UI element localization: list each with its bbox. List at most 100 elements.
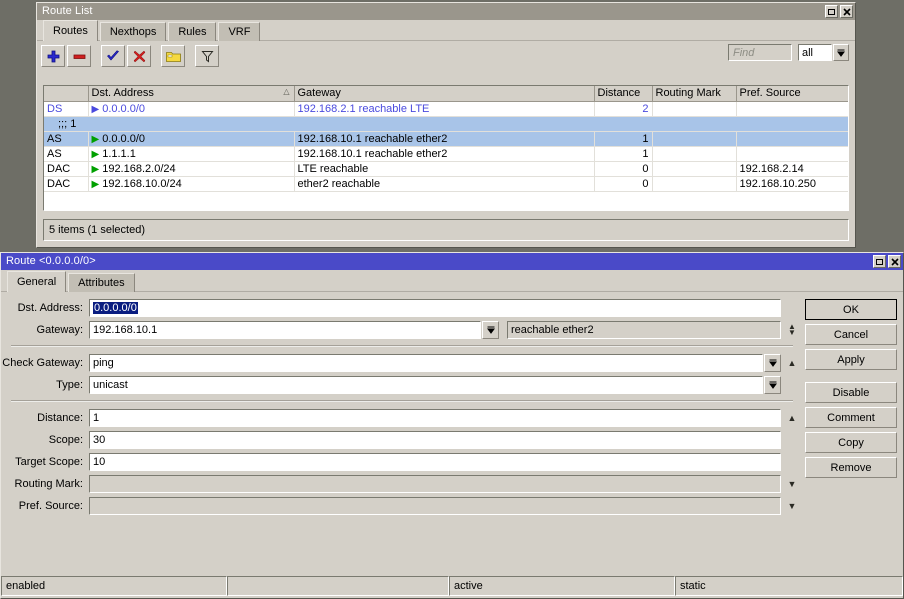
type-dropdown-icon[interactable] xyxy=(764,376,781,394)
maximize-icon[interactable] xyxy=(873,255,886,268)
cancel-button[interactable]: Cancel xyxy=(805,324,897,345)
gateway-label: Gateway: xyxy=(36,324,83,336)
gateway-status: reachable ether2 xyxy=(507,321,781,339)
tab-routes[interactable]: Routes xyxy=(43,20,98,41)
check-gateway-collapse-icon[interactable]: ▲ xyxy=(781,358,803,368)
routing-mark-expand-icon[interactable]: ▼ xyxy=(781,479,803,489)
table-row[interactable]: AS ▶ 1.1.1.1 192.168.10.1 reachable ether… xyxy=(44,146,848,162)
cell-dst-address: ▶ 1.1.1.1 xyxy=(88,146,295,162)
column-header-dst-address-label: Dst. Address xyxy=(91,87,154,100)
pref-source-expand-icon[interactable]: ▼ xyxy=(781,501,803,511)
scope-label: Scope: xyxy=(48,434,83,446)
cell-dst-address: ▶ 0.0.0.0/0 xyxy=(88,101,295,117)
disable-button[interactable] xyxy=(127,45,151,67)
route-list-window: Route List Routes Nexthops Rules VRF Fin… xyxy=(36,2,856,248)
cell-distance: 0 xyxy=(594,161,653,177)
status-pane-empty xyxy=(227,576,449,596)
tab-nexthops[interactable]: Nexthops xyxy=(99,22,167,41)
desktop: Route List Routes Nexthops Rules VRF Fin… xyxy=(0,0,904,599)
cell-dst-address-text: 192.168.2.0/24 xyxy=(102,162,176,175)
routing-mark-input[interactable] xyxy=(89,475,781,493)
search-input[interactable]: Find xyxy=(728,44,792,61)
column-header-gateway[interactable]: Gateway xyxy=(294,86,595,102)
gateway-stepper[interactable]: ▲ ▼ xyxy=(781,323,803,337)
dst-address-input[interactable]: 0.0.0.0/0 xyxy=(89,299,781,317)
remove-button[interactable] xyxy=(67,45,91,67)
copy-button[interactable]: Copy xyxy=(805,432,897,453)
check-gateway-input[interactable]: ping xyxy=(89,354,763,372)
tab-general[interactable]: General xyxy=(7,271,67,292)
cell-flags: DS xyxy=(44,101,89,117)
status-pane-static: static xyxy=(675,576,903,596)
field-row-dst-address: Dst. Address: 0.0.0.0/0 xyxy=(1,299,803,317)
cell-gateway: 192.168.10.1 reachable ether2 xyxy=(294,131,595,147)
distance-collapse-icon[interactable]: ▲ xyxy=(781,413,803,423)
cell-gateway: 192.168.2.1 reachable LTE xyxy=(294,101,595,117)
table-row[interactable]: DAC ▶ 192.168.2.0/24 LTE reachable 0 192.… xyxy=(44,161,848,177)
table-row[interactable]: AS ▶ 0.0.0.0/0 192.168.10.1 reachable eth… xyxy=(44,131,848,147)
gateway-input[interactable]: 192.168.10.1 xyxy=(89,321,481,339)
table-header-row: Dst. Address △ Gateway Distance Routing … xyxy=(44,86,848,102)
pref-source-label: Pref. Source: xyxy=(18,500,83,512)
field-row-check-gateway: Check Gateway: ping ▲ xyxy=(1,354,803,372)
distance-input[interactable]: 1 xyxy=(89,409,781,427)
route-dialog-titlebar[interactable]: Route <0.0.0.0/0> xyxy=(1,253,903,270)
column-header-routing-mark[interactable]: Routing Mark xyxy=(652,86,737,102)
chevron-down-icon[interactable] xyxy=(833,44,849,61)
target-scope-input[interactable]: 10 xyxy=(89,453,781,471)
pref-source-input[interactable] xyxy=(89,497,781,515)
disable-button[interactable]: Disable xyxy=(805,382,897,403)
column-header-flags[interactable] xyxy=(44,86,89,102)
tab-vrf[interactable]: VRF xyxy=(218,22,261,41)
remove-button[interactable]: Remove xyxy=(805,457,897,478)
cell-distance: 1 xyxy=(594,131,653,147)
route-list-title: Route List xyxy=(42,5,93,17)
table-row[interactable]: DAC ▶ 192.168.10.0/24 ether2 reachable 0 … xyxy=(44,176,848,192)
tab-rules[interactable]: Rules xyxy=(168,22,217,41)
cell-pref-source: 192.168.10.250 xyxy=(736,176,848,192)
column-header-pref-source[interactable]: Pref. Source xyxy=(736,86,848,102)
route-flag-icon: ▶ xyxy=(91,103,100,115)
close-icon[interactable] xyxy=(840,5,853,18)
route-dialog-title: Route <0.0.0.0/0> xyxy=(6,255,96,267)
comment-folder-icon[interactable] xyxy=(161,45,185,67)
filter-scope-select[interactable]: all xyxy=(798,44,832,61)
close-icon[interactable] xyxy=(888,255,901,268)
gateway-dropdown-icon[interactable] xyxy=(482,321,499,339)
cell-distance: 1 xyxy=(594,146,653,162)
type-input[interactable]: unicast xyxy=(89,376,763,394)
cell-comment: ;;; 1 xyxy=(44,116,848,132)
ok-button[interactable]: OK xyxy=(805,299,897,320)
dst-address-value: 0.0.0.0/0 xyxy=(93,302,138,314)
cell-pref-source xyxy=(736,101,848,117)
enable-button[interactable] xyxy=(101,45,125,67)
scope-input[interactable]: 30 xyxy=(89,431,781,449)
route-flag-icon: ▶ xyxy=(91,133,100,145)
route-list-titlebar[interactable]: Route List xyxy=(37,3,855,20)
route-dialog-window-controls xyxy=(873,255,903,268)
cell-flags: AS xyxy=(44,146,89,162)
filter-funnel-icon[interactable] xyxy=(195,45,219,67)
cell-routing-mark xyxy=(652,161,737,177)
comment-button[interactable]: Comment xyxy=(805,407,897,428)
table-row-comment[interactable]: ;;; 1 xyxy=(44,116,848,132)
cell-dst-address-text: 0.0.0.0/0 xyxy=(102,132,146,145)
apply-button[interactable]: Apply xyxy=(805,349,897,370)
table-row[interactable]: DS ▶ 0.0.0.0/0 192.168.2.1 reachable LTE … xyxy=(44,101,848,117)
check-gateway-dropdown-icon[interactable] xyxy=(764,354,781,372)
routes-table: Dst. Address △ Gateway Distance Routing … xyxy=(44,86,848,192)
route-list-window-controls xyxy=(825,5,855,18)
cell-dst-address: ▶ 192.168.2.0/24 xyxy=(88,161,295,177)
route-flag-icon: ▶ xyxy=(91,148,100,160)
column-header-distance[interactable]: Distance xyxy=(594,86,653,102)
maximize-icon[interactable] xyxy=(825,5,838,18)
form-divider-2 xyxy=(11,400,793,402)
routes-table-container[interactable]: Dst. Address △ Gateway Distance Routing … xyxy=(43,85,849,211)
cell-dst-address-text: 0.0.0.0/0 xyxy=(102,102,146,115)
cell-flags: DAC xyxy=(44,161,89,177)
field-row-gateway: Gateway: 192.168.10.1 reachable ether2 ▲… xyxy=(1,321,803,339)
add-button[interactable] xyxy=(41,45,65,67)
tab-attributes[interactable]: Attributes xyxy=(68,273,135,292)
cell-routing-mark xyxy=(652,176,737,192)
column-header-dst-address[interactable]: Dst. Address △ xyxy=(88,86,295,102)
